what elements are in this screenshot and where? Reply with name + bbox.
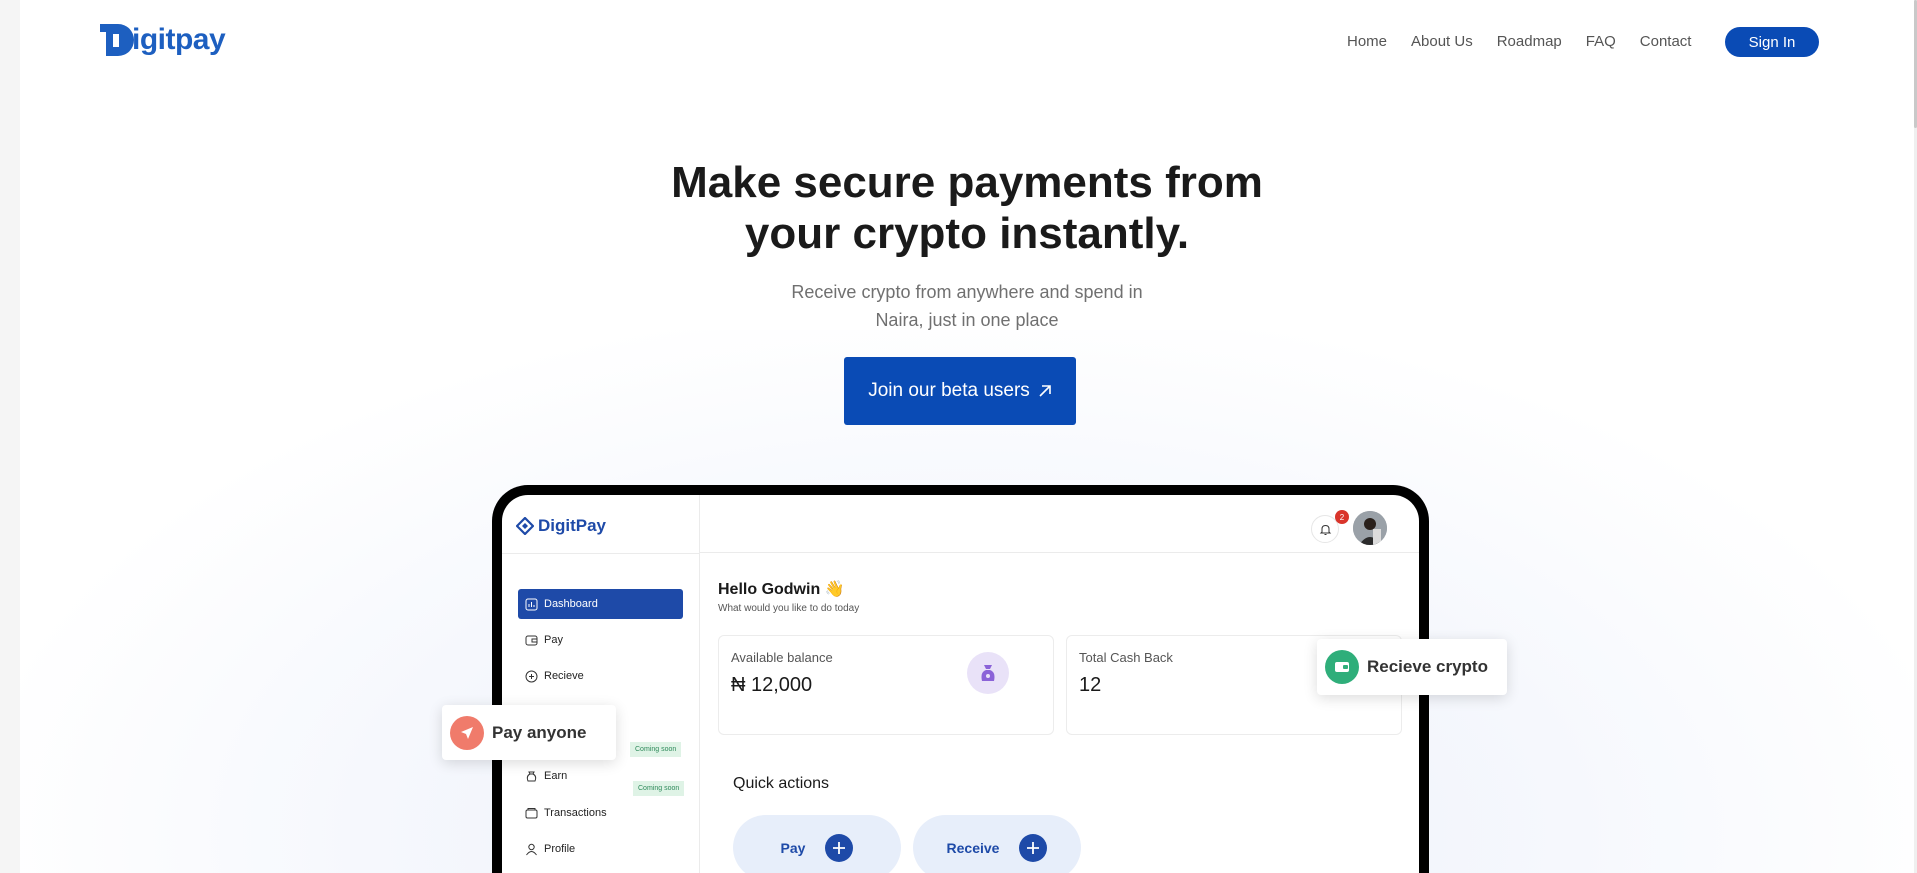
money-bag-icon (526, 771, 537, 781)
sidebar-item-label: Transactions (544, 807, 607, 819)
bell-icon (1319, 524, 1331, 535)
join-beta-button[interactable]: Join our beta users (844, 357, 1076, 425)
plus-circle-icon (525, 670, 538, 682)
cashback-value: 12 (1079, 674, 1102, 696)
sidebar-item-label: Recieve (544, 670, 584, 682)
paper-plane-icon (450, 715, 484, 750)
nav-home[interactable]: Home (1347, 33, 1387, 50)
coming-soon-badge: Coming soon (630, 742, 682, 757)
app-logo: DigitPay (516, 516, 606, 536)
nav-faq[interactable]: FAQ (1586, 33, 1616, 50)
quick-pay-button[interactable]: Pay (733, 815, 901, 873)
nav-roadmap[interactable]: Roadmap (1497, 33, 1562, 50)
balance-card: Available balance ₦ 12,000 (718, 635, 1054, 735)
landing-page: igitpay Home About Us Roadmap FAQ Contac… (20, 0, 1914, 873)
plus-icon (1019, 833, 1048, 862)
sidebar-item-label: Earn (544, 770, 568, 782)
folder-icon (525, 807, 538, 818)
pay-anyone-label: Pay anyone (492, 722, 587, 742)
hero-subtitle-line1: Receive crypto from anywhere and spend i… (791, 282, 1143, 302)
sidebar-item-profile[interactable]: Profile (518, 834, 683, 864)
main-nav: Home About Us Roadmap FAQ Contact (1347, 33, 1715, 50)
join-beta-label: Join our beta users (868, 380, 1030, 401)
nav-about-us[interactable]: About Us (1411, 33, 1473, 50)
hero-subtitle-line2: Naira, just in one place (875, 310, 1059, 330)
greeting: Hello Godwin 👋 (718, 579, 845, 599)
pay-anyone-badge: Pay anyone (442, 705, 616, 760)
app-sidebar: DigitPay Dashboard Pay Recieve Coming so… (502, 495, 700, 873)
sign-in-button[interactable]: Sign In (1725, 27, 1819, 57)
nav-contact[interactable]: Contact (1640, 33, 1692, 50)
quick-pay-label: Pay (780, 839, 806, 856)
sidebar-item-label: Profile (544, 843, 576, 855)
digitpay-logo-icon (100, 24, 134, 56)
hero-title-line1: Make secure payments from (671, 158, 1263, 207)
user-photo-icon (1353, 511, 1387, 545)
chart-icon (525, 598, 538, 610)
sidebar-divider (502, 553, 700, 554)
plus-icon (825, 833, 854, 862)
coming-soon-badge: Coming soon (633, 781, 685, 796)
wallet-icon (525, 635, 538, 645)
balance-value: ₦ 12,000 (731, 674, 813, 696)
logo-text: igitpay (132, 23, 226, 56)
dashboard-mockup: DigitPay Dashboard Pay Recieve Coming so… (492, 485, 1429, 873)
hero-title-line2: your crypto instantly. (744, 209, 1190, 258)
wallet-icon (1325, 650, 1359, 684)
sidebar-item-dashboard[interactable]: Dashboard (518, 589, 683, 619)
balance-label: Available balance (731, 650, 833, 665)
sidebar-item-transactions[interactable]: Transactions (518, 798, 683, 828)
recieve-crypto-badge: Recieve crypto (1317, 639, 1507, 695)
diamond-logo-icon (516, 517, 534, 535)
hero-subtitle: Receive crypto from anywhere and spend i… (20, 278, 1914, 334)
notification-count-badge: 2 (1335, 510, 1349, 524)
recieve-crypto-label: Recieve crypto (1367, 657, 1488, 676)
sidebar-item-label: Pay (544, 634, 563, 646)
avatar[interactable] (1353, 511, 1387, 545)
quick-receive-button[interactable]: Receive (913, 815, 1081, 873)
site-logo[interactable]: igitpay (100, 22, 226, 58)
app-logo-text: DigitPay (538, 516, 607, 535)
quick-receive-label: Receive (946, 839, 1000, 856)
cashback-label: Total Cash Back (1079, 650, 1173, 665)
sidebar-item-label: Dashboard (544, 598, 598, 610)
sidebar-item-recieve[interactable]: Recieve (518, 661, 683, 691)
user-icon (526, 843, 537, 855)
wave-icon: 👋 (824, 581, 845, 598)
money-pouch-icon (967, 652, 1009, 694)
greeting-subtitle: What would you like to do today (718, 603, 860, 614)
hero-title: Make secure payments from your crypto in… (20, 157, 1914, 259)
greeting-text: Hello Godwin (718, 581, 821, 598)
quick-actions-title: Quick actions (733, 775, 830, 792)
sidebar-item-pay[interactable]: Pay (518, 625, 683, 655)
arrow-up-right-icon (1039, 385, 1051, 397)
